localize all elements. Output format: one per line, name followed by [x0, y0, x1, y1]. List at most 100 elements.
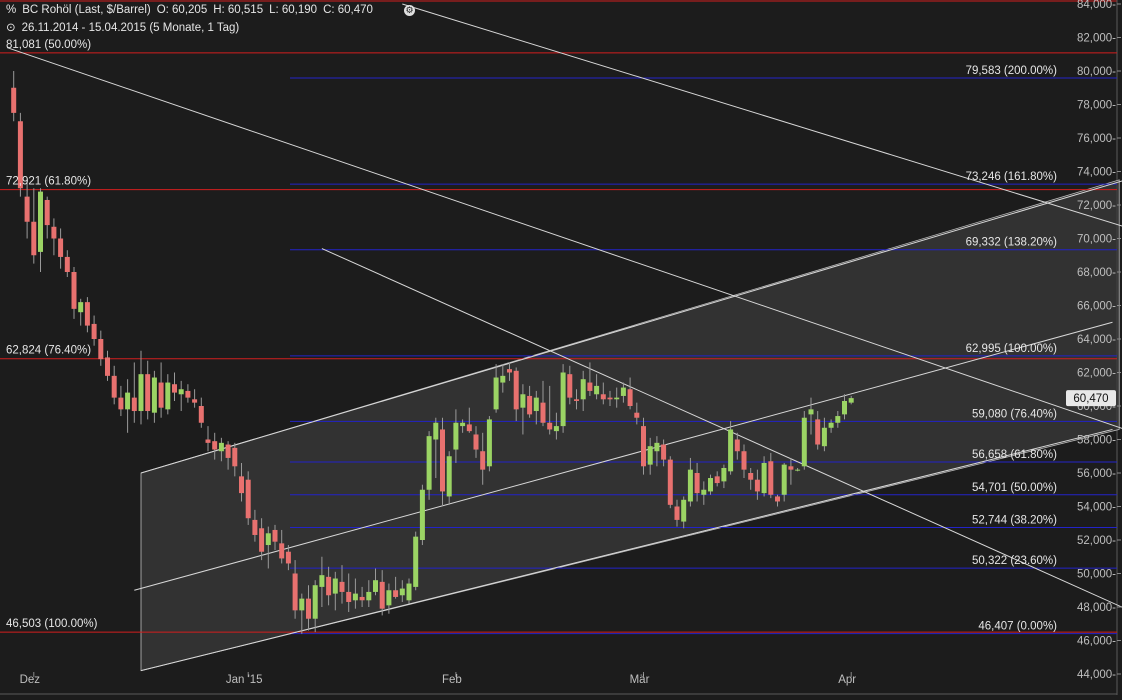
fib-label-right: 69,332 (138.20%): [966, 237, 1058, 249]
candle-body: [413, 537, 418, 587]
candle-body: [232, 448, 237, 466]
y-tick-label: 58,000-: [1077, 435, 1116, 447]
candle-body: [688, 470, 693, 502]
candle-body: [480, 451, 485, 469]
candle-body: [212, 441, 217, 449]
candle-down: [641, 418, 646, 475]
candle-body: [460, 423, 465, 426]
fib-label-right: 50,322 (23.60%): [972, 555, 1057, 567]
y-tick-label: 54,000-: [1077, 502, 1116, 514]
candle-body: [675, 507, 680, 520]
candle-body: [266, 533, 271, 545]
x-tick-label: Feb: [442, 674, 462, 686]
candle-body: [581, 379, 586, 399]
fib-label-right: 62,995 (100.00%): [966, 343, 1058, 355]
candle-body: [567, 374, 572, 397]
candle-body: [333, 579, 338, 594]
open-value: O: 60,205: [157, 4, 208, 16]
candle-body: [105, 357, 110, 375]
y-tick-label: 80,000-: [1077, 66, 1116, 78]
candle-body: [681, 500, 686, 522]
candle-body: [849, 398, 854, 403]
date-range-row: ⊙26.11.2014 - 15.04.2015 (5 Monate, 1 Ta…: [6, 20, 245, 34]
candle-up: [413, 532, 418, 591]
y-tick-label: 48,000-: [1077, 602, 1116, 614]
candle-body: [554, 426, 559, 431]
candle-body: [561, 373, 566, 427]
instrument-name: BC Rohöl (Last, $/Barrel): [22, 4, 150, 16]
y-tick-label: 70,000-: [1077, 234, 1116, 246]
candle-body: [152, 378, 157, 413]
candle-body: [520, 394, 525, 407]
candle-body: [782, 465, 787, 495]
candle-body: [340, 582, 345, 592]
header-prefix: %: [6, 4, 16, 16]
candle-body: [185, 391, 190, 398]
candle-body: [259, 528, 264, 551]
candle-body: [239, 476, 244, 493]
candle-body: [353, 594, 358, 601]
candle-up: [487, 416, 492, 471]
fib-label-right: 54,701 (50.00%): [972, 482, 1057, 494]
fib-label-left: 72,921 (61.80%): [6, 176, 91, 188]
candle-body: [735, 440, 740, 452]
candle-body: [628, 389, 633, 406]
candle-body: [809, 409, 814, 414]
fib-label-right: 46,407 (0.00%): [978, 621, 1057, 633]
candle-body: [326, 577, 331, 595]
candle-body: [440, 429, 445, 491]
candle-body: [621, 388, 626, 396]
candle-body: [829, 423, 834, 428]
fib-label-right: 73,246 (161.80%): [966, 171, 1058, 183]
candle-body: [199, 406, 204, 423]
range-prefix: ⊙: [6, 22, 16, 34]
candle-body: [172, 384, 177, 392]
candle-body: [547, 423, 552, 430]
candle-body: [145, 374, 150, 411]
fib-label-right: 52,744 (38.20%): [972, 515, 1057, 527]
settings-icon[interactable]: ⚙: [404, 5, 415, 16]
candle-body: [400, 589, 405, 596]
candle-body: [795, 470, 800, 471]
fib-label-right: 79,583 (200.00%): [966, 65, 1058, 77]
candle-body: [252, 520, 257, 535]
candle-body: [762, 463, 767, 493]
candle-body: [360, 597, 365, 600]
candle-body: [788, 466, 793, 469]
candle-body: [474, 434, 479, 449]
candle-body: [206, 440, 211, 443]
candle-body: [112, 376, 117, 398]
x-tick-label: Dez: [20, 674, 41, 686]
candle-body: [494, 378, 499, 410]
y-tick-label: 66,000-: [1077, 301, 1116, 313]
candle-body: [45, 200, 50, 225]
candle-body: [427, 436, 432, 490]
candle-body: [433, 423, 438, 440]
candle-body: [608, 398, 613, 400]
candle-body: [319, 575, 324, 587]
candle-body: [634, 413, 639, 418]
candle-body: [118, 398, 123, 410]
candle-body: [38, 192, 43, 252]
candle-body: [654, 443, 659, 451]
candle-body: [661, 445, 666, 460]
candle-body: [313, 585, 318, 619]
candle-body: [614, 398, 619, 400]
candle-body: [842, 401, 847, 414]
candle-body: [226, 445, 231, 458]
candle-body: [366, 592, 371, 600]
candle-body: [601, 394, 606, 399]
candle-up: [420, 485, 425, 545]
candle-body: [78, 302, 83, 312]
candle-body: [775, 496, 780, 501]
candle-body: [728, 429, 733, 471]
fib-label-left: 81,081 (50.00%): [6, 39, 91, 51]
candle-body: [125, 393, 130, 410]
candle-body: [447, 456, 452, 496]
candle-body: [594, 386, 599, 394]
fib-label-left: 46,503 (100.00%): [6, 618, 98, 630]
candle-body: [815, 419, 820, 444]
candle-body: [648, 446, 653, 464]
chart-header: %BC Rohöl (Last, $/Barrel)O: 60,205H: 60…: [6, 4, 379, 16]
candle-body: [507, 369, 512, 372]
